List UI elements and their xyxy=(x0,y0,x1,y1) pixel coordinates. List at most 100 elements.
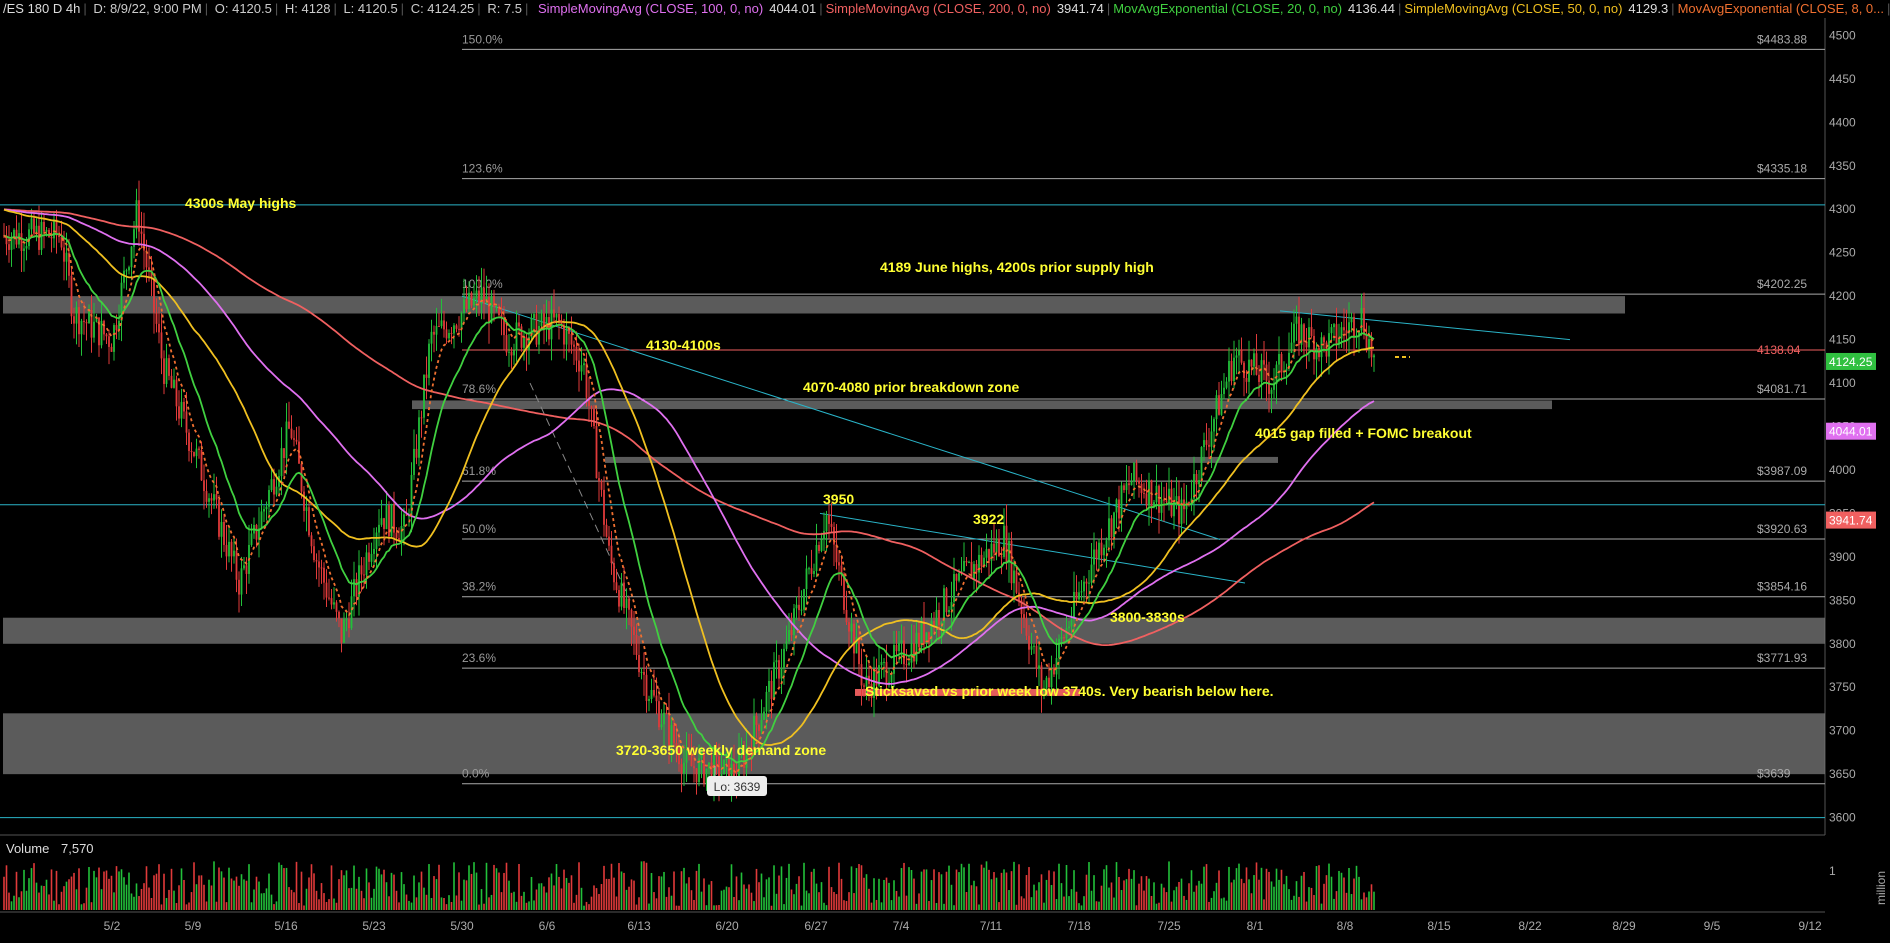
candle-body xyxy=(310,535,313,547)
volume-bar xyxy=(965,892,968,910)
zone-rect xyxy=(605,456,1278,463)
candle-body xyxy=(880,662,883,666)
volume-bar xyxy=(245,880,248,910)
candle-body xyxy=(518,322,520,327)
volume-bar xyxy=(580,887,583,910)
volume-bar xyxy=(360,890,363,910)
candle-body xyxy=(220,521,223,537)
volume-bar xyxy=(1015,904,1018,910)
volume-bar xyxy=(988,869,990,910)
volume-bar xyxy=(380,874,383,910)
volume-bar xyxy=(795,883,798,910)
date-tick-label: 5/23 xyxy=(362,919,386,933)
price-chart[interactable]: 0.0% $3639 23.6% $3771.93 38.2% $3854.16 50.0%… xyxy=(0,0,1890,943)
candle-body xyxy=(1105,540,1108,548)
candle-body xyxy=(163,358,165,384)
trendlines-layer xyxy=(461,295,1571,601)
volume-bar xyxy=(275,901,278,910)
volume-bar xyxy=(673,871,675,910)
volume-bar xyxy=(420,871,423,910)
candle-body xyxy=(655,695,658,702)
volume-bar xyxy=(478,904,480,910)
volume-bar xyxy=(375,866,378,910)
volume-bar xyxy=(113,892,115,910)
volume-bar xyxy=(1273,886,1275,910)
date-tick-label: 6/13 xyxy=(627,919,651,933)
candle-body xyxy=(1108,518,1110,541)
candle-body xyxy=(658,701,660,728)
candle-body xyxy=(265,506,268,510)
candle-body xyxy=(1328,333,1330,357)
candle-body xyxy=(368,552,370,562)
candle-body xyxy=(473,297,475,306)
volume-bar xyxy=(370,897,373,910)
volume-bar xyxy=(870,902,873,910)
volume-bar xyxy=(880,902,883,910)
volume-bar xyxy=(300,871,303,910)
volume-bar xyxy=(648,903,650,910)
volume-bar xyxy=(1090,890,1093,910)
volume-bar xyxy=(188,902,190,910)
candle-body xyxy=(1303,324,1305,342)
zone-rect xyxy=(3,713,1825,775)
date-tick-label: 7/11 xyxy=(980,919,1003,933)
candle-body xyxy=(903,640,905,665)
candle-body xyxy=(1165,500,1168,502)
candle-body xyxy=(378,524,380,533)
volume-bar xyxy=(1235,868,1238,910)
volume-bar xyxy=(1080,905,1083,910)
volume-bar xyxy=(925,869,928,910)
candle-body xyxy=(1260,360,1263,382)
volume-bar xyxy=(18,897,20,910)
candle-body xyxy=(295,439,298,442)
candle-body xyxy=(93,321,95,338)
candle-body xyxy=(78,307,80,335)
candle-body xyxy=(600,481,603,490)
candle-body xyxy=(620,582,623,607)
volume-bar xyxy=(755,868,758,910)
date-tick-label: 5/2 xyxy=(104,919,121,933)
volume-bar xyxy=(470,873,473,910)
candle-body xyxy=(1345,330,1348,334)
candle-body xyxy=(1168,488,1170,502)
candle-body xyxy=(328,597,330,599)
candle-body xyxy=(488,297,490,323)
candle-body xyxy=(483,287,485,304)
volume-bar xyxy=(578,862,580,910)
candle-body xyxy=(255,524,258,540)
candle-body xyxy=(1253,353,1255,367)
candle-body xyxy=(58,235,60,238)
candle-body xyxy=(1068,626,1070,629)
volume-bar xyxy=(563,869,565,910)
volume-bar xyxy=(155,873,158,910)
candle-body xyxy=(153,278,155,313)
price-tick-label: 3800 xyxy=(1829,637,1856,651)
volume-bar xyxy=(1258,879,1260,910)
candle-body xyxy=(493,295,495,308)
volume-bar xyxy=(530,876,533,910)
volume-bar xyxy=(268,873,270,910)
volume-bar xyxy=(985,861,988,910)
volume-bar xyxy=(808,893,810,910)
volume-bar xyxy=(653,892,655,910)
volume-bar xyxy=(893,880,895,910)
volume-bar xyxy=(745,888,748,910)
fib-ratio-label: 123.6% xyxy=(462,162,503,176)
volume-bar xyxy=(123,877,125,910)
candle-body xyxy=(215,494,218,500)
candle-body xyxy=(8,244,10,250)
volume-bar xyxy=(685,883,688,910)
candle-body xyxy=(108,336,110,347)
volume-bar xyxy=(1138,883,1140,910)
volume-bar xyxy=(970,885,973,910)
volume-bar xyxy=(1148,878,1150,910)
volume-bar xyxy=(678,905,680,910)
volume-bar xyxy=(203,884,205,910)
candle-body xyxy=(818,544,820,551)
volume-bar xyxy=(170,868,173,910)
volume-bar xyxy=(135,883,138,910)
volume-bar xyxy=(233,880,235,910)
volume-bar xyxy=(930,880,933,910)
volume-bar xyxy=(1095,901,1098,910)
candle-body xyxy=(910,643,913,663)
